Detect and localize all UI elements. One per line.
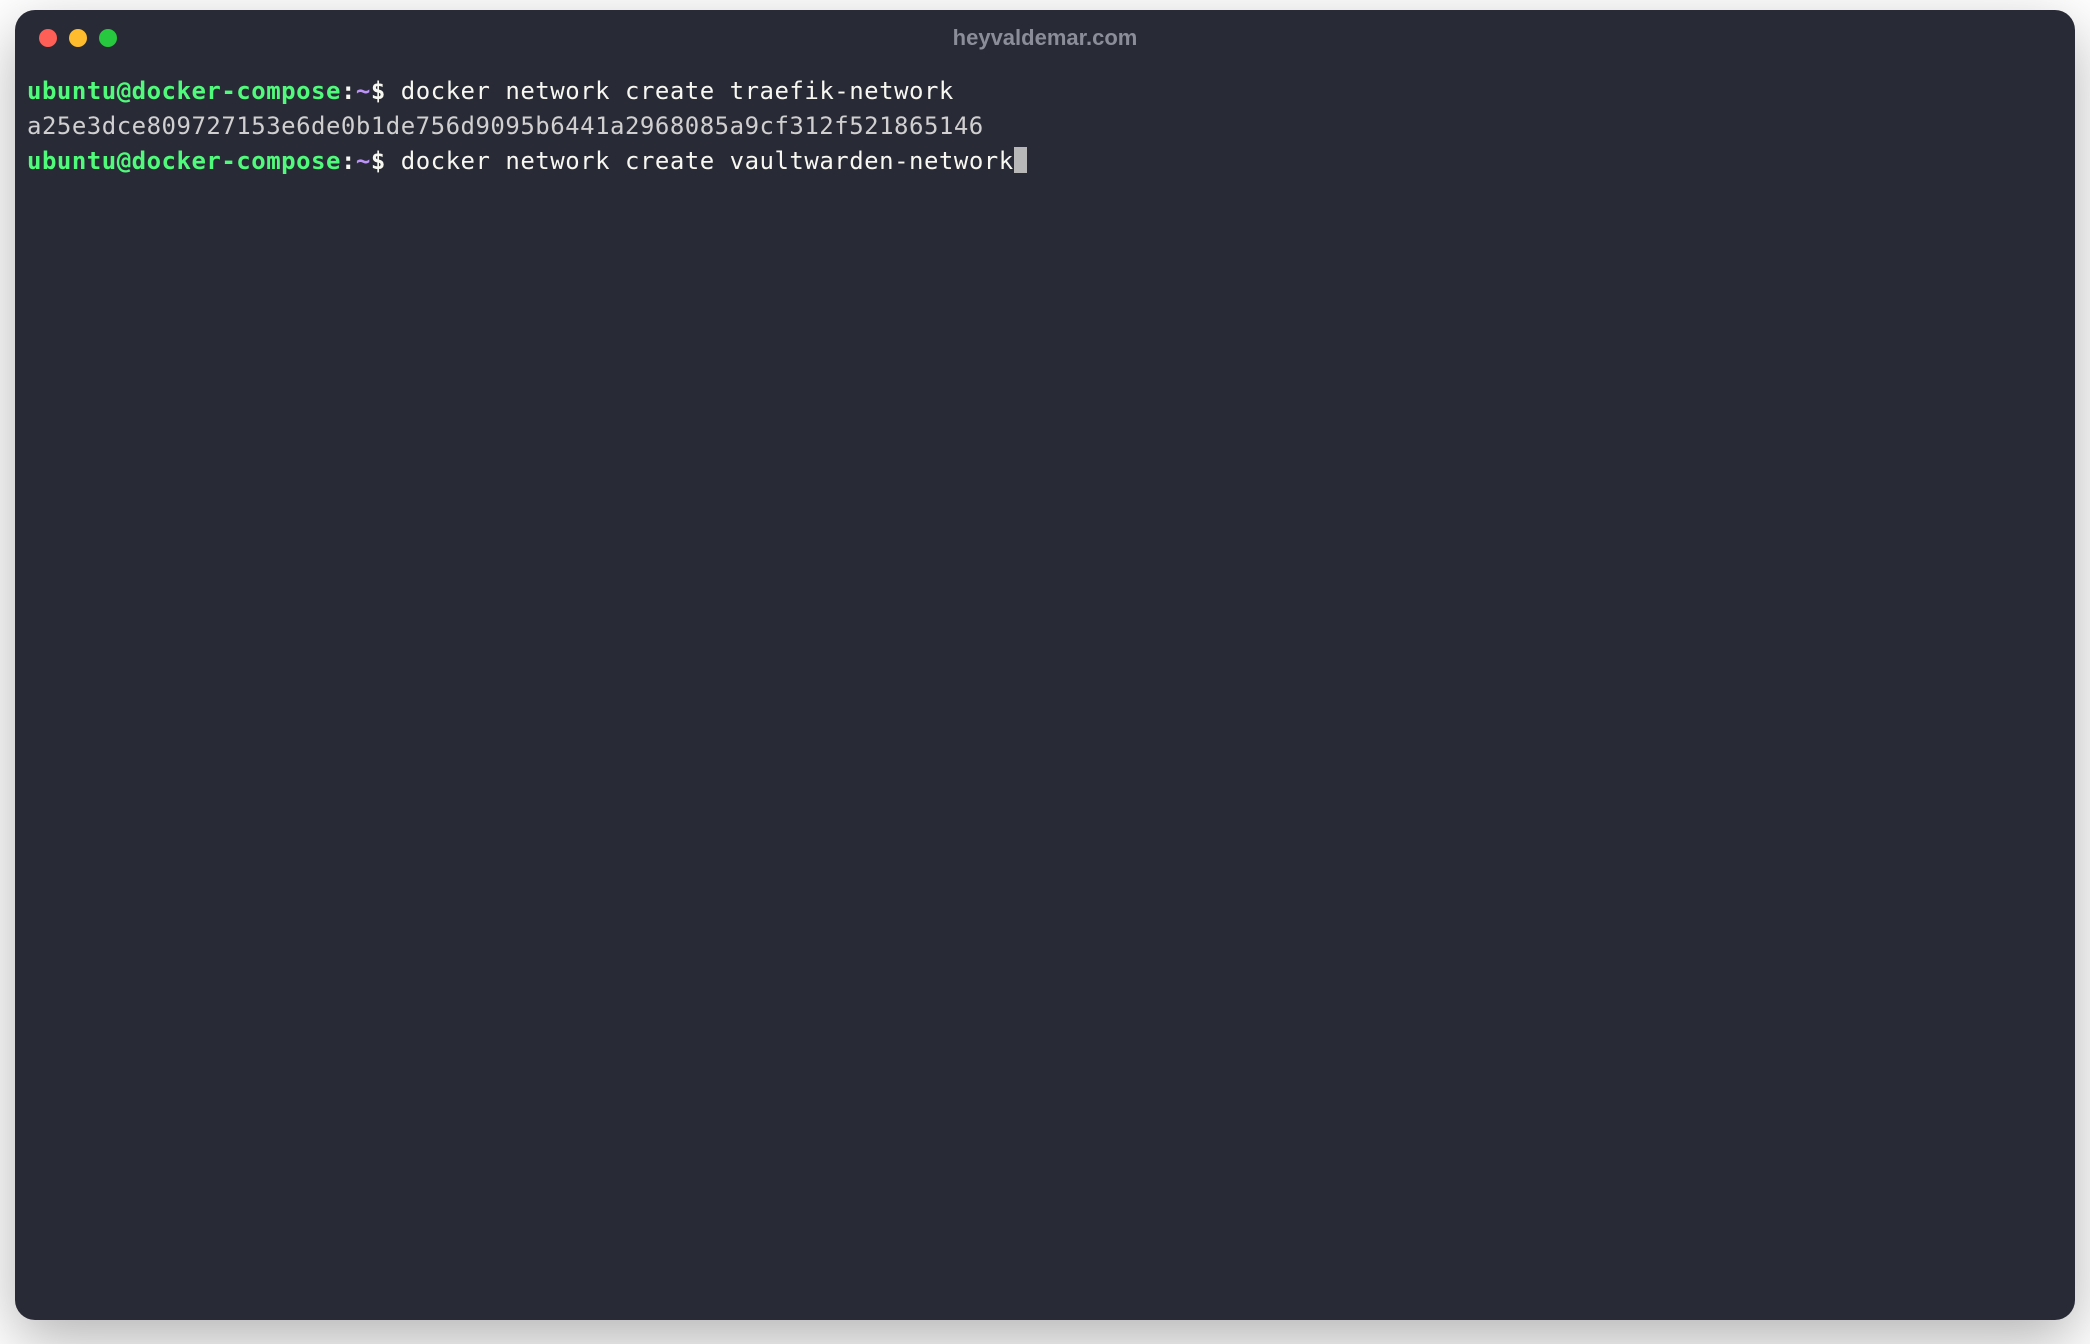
prompt-path: ~ — [356, 147, 371, 175]
close-icon[interactable] — [39, 29, 57, 47]
cursor-icon — [1014, 147, 1027, 173]
terminal-line: ubuntu@docker-compose:~$ docker network … — [27, 74, 2063, 109]
command-text: docker network create traefik-network — [401, 77, 954, 105]
command-text: docker network create vaultwarden-networ… — [401, 147, 1014, 175]
traffic-lights — [39, 29, 117, 47]
prompt-path: ~ — [356, 77, 371, 105]
prompt-user-host: ubuntu@docker-compose — [27, 77, 341, 105]
terminal-body[interactable]: ubuntu@docker-compose:~$ docker network … — [15, 66, 2075, 1320]
prompt-colon: : — [341, 77, 356, 105]
terminal-window: heyvaldemar.com ubuntu@docker-compose:~$… — [15, 10, 2075, 1320]
titlebar: heyvaldemar.com — [15, 10, 2075, 66]
output-text: a25e3dce809727153e6de0b1de756d9095b6441a… — [27, 112, 984, 140]
window-title: heyvaldemar.com — [953, 25, 1138, 51]
prompt-symbol: $ — [371, 147, 386, 175]
terminal-line: ubuntu@docker-compose:~$ docker network … — [27, 144, 2063, 179]
prompt-symbol: $ — [371, 77, 386, 105]
minimize-icon[interactable] — [69, 29, 87, 47]
prompt-colon: : — [341, 147, 356, 175]
prompt-user-host: ubuntu@docker-compose — [27, 147, 341, 175]
maximize-icon[interactable] — [99, 29, 117, 47]
terminal-line: a25e3dce809727153e6de0b1de756d9095b6441a… — [27, 109, 2063, 144]
